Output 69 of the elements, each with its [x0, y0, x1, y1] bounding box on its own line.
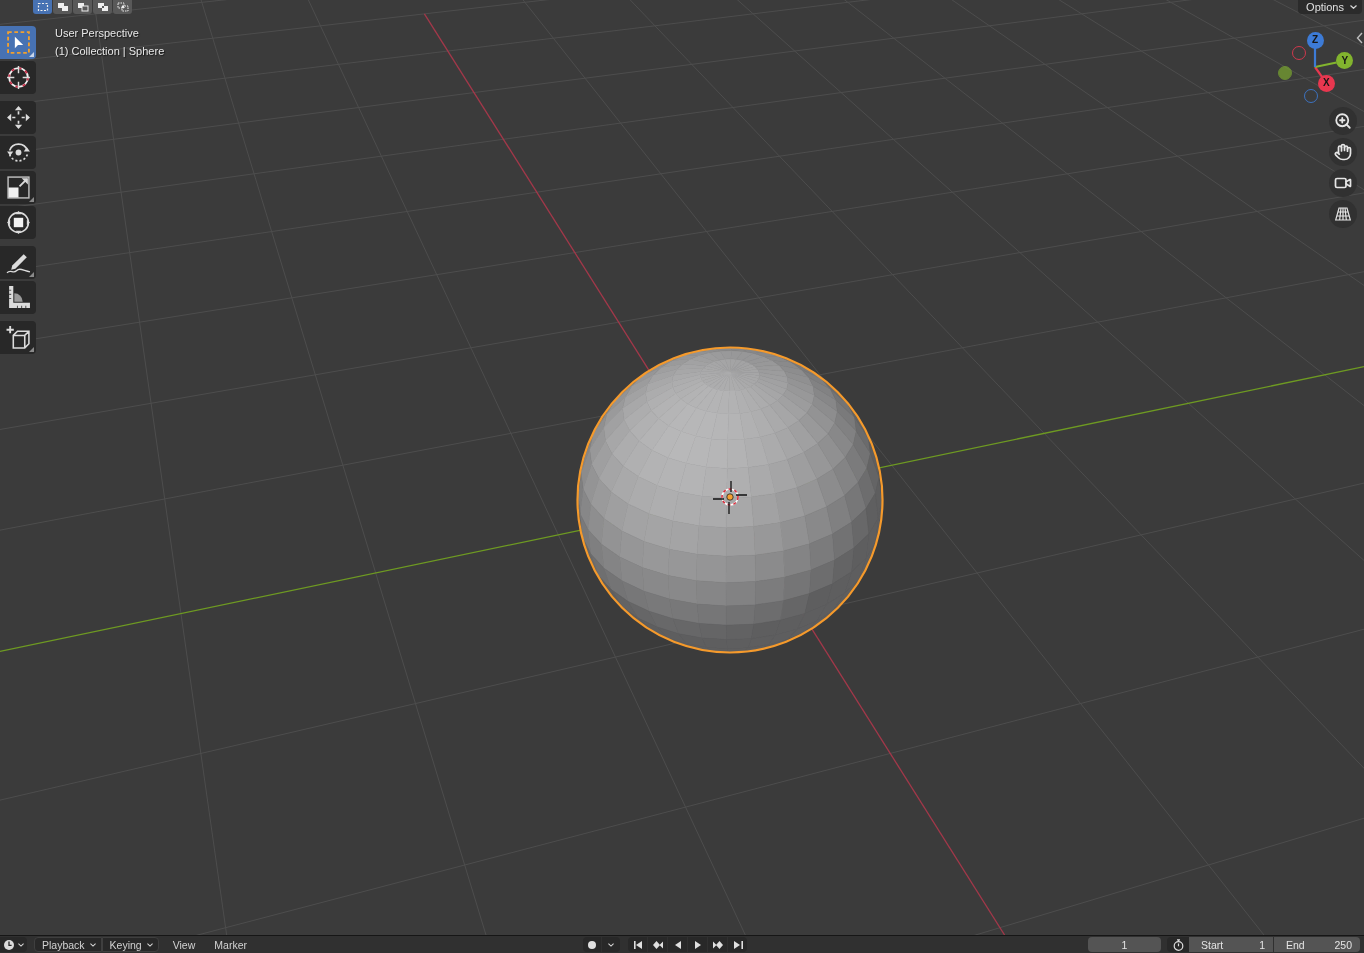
end-frame-field[interactable]: End 250 — [1274, 937, 1360, 952]
squares-difference-icon — [96, 2, 109, 12]
hand-icon — [1334, 143, 1352, 161]
selection-mode-button[interactable] — [33, 0, 52, 14]
tool-button[interactable] — [0, 101, 36, 134]
stopwatch-icon — [1172, 938, 1184, 951]
options-button[interactable]: Options — [1298, 0, 1362, 14]
tool-button[interactable] — [0, 246, 36, 279]
chevron-down-icon — [18, 942, 24, 947]
zoom-in-icon — [1334, 112, 1352, 130]
playback-control-button[interactable] — [628, 937, 647, 952]
chevron-down-icon — [146, 942, 153, 947]
selection-mode-button[interactable] — [73, 0, 92, 14]
axis-handle[interactable]: Y — [1336, 52, 1354, 70]
tool-button[interactable] — [0, 61, 36, 94]
view-name-label: User Perspective — [55, 26, 140, 41]
playback-control-button[interactable] — [728, 937, 747, 952]
select-box-icon — [5, 30, 31, 55]
skip-to-end-icon — [732, 939, 743, 950]
tool-button[interactable] — [0, 136, 36, 169]
record-icon — [588, 940, 596, 949]
menu-button[interactable]: View — [165, 937, 201, 952]
chevron-left-icon[interactable] — [1356, 32, 1363, 44]
dropdown-button[interactable]: Playback — [34, 937, 102, 952]
tool-button[interactable] — [0, 321, 36, 354]
squares-subtract-icon — [76, 2, 89, 12]
skip-to-start-icon — [632, 939, 643, 950]
play-icon — [692, 939, 703, 950]
overlapping-squares-icon — [56, 2, 69, 12]
negative-axis-handle[interactable] — [1278, 66, 1293, 81]
object-info-label: (1) Collection | Sphere — [55, 44, 165, 59]
menu-button[interactable]: Marker — [207, 937, 252, 952]
playback-control-button[interactable] — [708, 937, 727, 952]
dropdown-button[interactable]: Keying — [101, 937, 159, 952]
playback-control-button[interactable] — [668, 937, 687, 952]
next-keyframe-icon — [712, 939, 723, 950]
origin-dot-icon — [726, 493, 734, 501]
preview-range-toggle[interactable] — [1167, 937, 1189, 952]
chevron-down-icon — [608, 942, 614, 947]
playback-control-button[interactable] — [648, 937, 667, 952]
chevron-down-icon — [1350, 5, 1357, 9]
axis-handle[interactable]: Z — [1306, 31, 1324, 49]
editor-type-button[interactable] — [0, 937, 27, 952]
previous-keyframe-icon — [652, 939, 663, 950]
chevron-down-icon — [89, 942, 96, 947]
selection-mode-button[interactable] — [93, 0, 112, 14]
zoom-button[interactable] — [1329, 107, 1357, 135]
record-button[interactable] — [583, 937, 601, 952]
tool-button[interactable] — [0, 281, 36, 314]
dashed-square-icon — [36, 2, 49, 12]
pan-button[interactable] — [1329, 138, 1357, 166]
start-frame-field[interactable]: Start 1 — [1189, 937, 1273, 952]
perspective-toggle-button[interactable] — [1329, 200, 1357, 228]
clock-icon — [3, 938, 15, 951]
perspective-grid-icon — [1335, 207, 1351, 221]
selection-mode-button[interactable] — [113, 0, 132, 14]
playback-control-button[interactable] — [688, 937, 707, 952]
cube-plus-icon — [5, 325, 31, 350]
squares-intersect-icon — [116, 2, 129, 12]
current-frame-field[interactable]: 1 — [1088, 937, 1161, 952]
cursor-crosshair-icon — [712, 480, 748, 515]
scale-icon — [5, 175, 31, 200]
selection-mode-button[interactable] — [53, 0, 72, 14]
tool-button[interactable] — [0, 206, 36, 239]
move-arrows-icon — [5, 105, 31, 130]
crosshair-icon — [5, 65, 31, 90]
camera-view-button[interactable] — [1329, 169, 1357, 197]
transform-icon — [5, 210, 31, 235]
tool-button[interactable] — [0, 171, 36, 204]
